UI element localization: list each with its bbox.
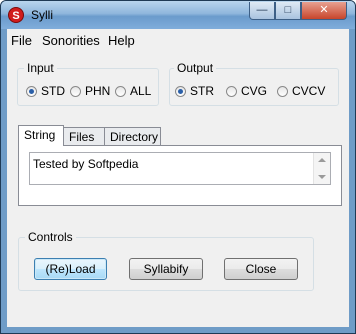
input-group-title: Input bbox=[24, 61, 57, 75]
scroll-down-arrow-icon[interactable] bbox=[318, 175, 326, 179]
minimize-button[interactable]: — bbox=[249, 2, 275, 20]
syllable-logo-icon[interactable]: S bbox=[8, 7, 24, 23]
radio-button[interactable] bbox=[175, 85, 186, 97]
radio-button[interactable] bbox=[115, 85, 126, 97]
radio-label: ALL bbox=[130, 84, 152, 98]
radio-output-str[interactable]: STR bbox=[175, 84, 214, 98]
close-window-button[interactable]: ✕ bbox=[301, 2, 347, 20]
radio-label: CVG bbox=[241, 84, 268, 98]
radio-button[interactable] bbox=[70, 85, 81, 97]
close-button[interactable]: Close bbox=[224, 258, 298, 280]
radio-label: PHN bbox=[85, 84, 111, 98]
radio-label: STD bbox=[41, 84, 65, 98]
radio-label: STR bbox=[190, 84, 214, 98]
radio-button[interactable] bbox=[226, 85, 237, 97]
menu-bar: File Sonorities Help bbox=[7, 29, 349, 51]
radio-button[interactable] bbox=[277, 85, 288, 97]
string-tab-panel: Tested by Softpedia bbox=[18, 145, 342, 206]
client-area: Input STD PHN ALL Output STR CVG CVCV St… bbox=[7, 51, 349, 327]
tab-directory[interactable]: Directory bbox=[104, 127, 161, 145]
tab-string[interactable]: String bbox=[18, 125, 64, 146]
controls-group-title: Controls bbox=[25, 230, 76, 244]
radio-output-cvcv[interactable]: CVCV bbox=[277, 84, 325, 98]
output-group-title: Output bbox=[174, 61, 217, 75]
title-bar[interactable]: S Sylli — □ ✕ bbox=[1, 1, 355, 29]
radio-input-phn[interactable]: PHN bbox=[70, 84, 110, 98]
syllabify-button[interactable]: Syllabify bbox=[129, 258, 203, 280]
radio-input-all[interactable]: ALL bbox=[115, 84, 151, 98]
maximize-button[interactable]: □ bbox=[275, 2, 301, 20]
string-textbox-value: Tested by Softpedia bbox=[33, 157, 139, 171]
radio-button[interactable] bbox=[26, 85, 37, 97]
app-window: S Sylli — □ ✕ File Sonorities Help Input… bbox=[0, 0, 356, 334]
tab-files[interactable]: Files bbox=[63, 127, 105, 145]
radio-output-cvg[interactable]: CVG bbox=[226, 84, 267, 98]
menu-file[interactable]: File bbox=[11, 33, 32, 48]
menu-help[interactable]: Help bbox=[108, 33, 135, 48]
radio-label: CVCV bbox=[292, 84, 326, 98]
radio-input-std[interactable]: STD bbox=[26, 84, 65, 98]
scroll-up-arrow-icon[interactable] bbox=[318, 158, 326, 162]
menu-sonorities[interactable]: Sonorities bbox=[42, 33, 100, 48]
reload-button[interactable]: (Re)Load bbox=[34, 258, 107, 280]
window-title: Sylli bbox=[31, 8, 54, 22]
textbox-scrollbar[interactable] bbox=[313, 153, 330, 184]
string-textbox[interactable]: Tested by Softpedia bbox=[29, 152, 331, 185]
